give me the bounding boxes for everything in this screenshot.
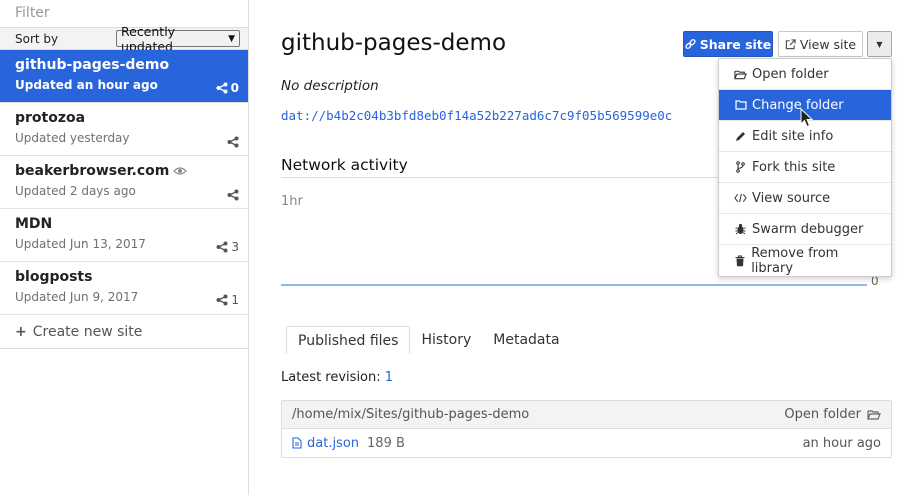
caret-down-icon: ▼	[876, 39, 883, 49]
tab-metadata[interactable]: Metadata	[482, 326, 570, 354]
file-row[interactable]: dat.json 189 B an hour ago	[282, 429, 891, 457]
caret-down-icon: ▼	[228, 33, 235, 44]
file-size: 189 B	[367, 435, 405, 451]
menu-item-label: View source	[752, 190, 831, 206]
site-updated: Updated 2 days ago	[15, 184, 136, 198]
menu-item-remove-from-library[interactable]: Remove from library	[719, 245, 891, 276]
external-link-icon	[785, 38, 796, 49]
folder-open-icon	[867, 410, 881, 420]
menu-item-label: Fork this site	[752, 159, 836, 175]
site-item[interactable]: blogposts Updated Jun 9, 2017 1	[0, 262, 248, 315]
time-range-label: 1hr	[281, 194, 303, 209]
files-header: /home/mix/Sites/github-pages-demo Open f…	[282, 401, 891, 429]
peers-count	[227, 189, 239, 201]
site-updated: Updated Jun 9, 2017	[15, 290, 139, 304]
peers-count: 1	[216, 293, 239, 307]
more-options-button[interactable]: ▼	[867, 31, 892, 57]
tab-history[interactable]: History	[410, 326, 482, 354]
file-name[interactable]: dat.json	[307, 436, 359, 451]
menu-item-label: Edit site info	[752, 128, 834, 144]
menu-item-label: Change folder	[752, 97, 844, 113]
site-list: github-pages-demo Updated an hour ago 0 …	[0, 50, 248, 315]
latest-revision: Latest revision: 1	[281, 370, 393, 385]
file-updated: an hour ago	[802, 435, 881, 451]
create-new-site-button[interactable]: + Create new site	[0, 315, 248, 349]
file-icon	[292, 437, 302, 449]
menu-item-swarm-debugger[interactable]: Swarm debugger	[719, 214, 891, 245]
share-icon	[216, 82, 228, 94]
sidebar: Filter Sort by Recently updated ▼ github…	[0, 0, 249, 495]
plus-icon: +	[15, 323, 27, 340]
menu-item-label: Swarm debugger	[752, 221, 864, 237]
open-folder-label: Open folder	[784, 407, 861, 422]
menu-item-open-folder[interactable]: Open folder	[719, 59, 891, 90]
link-icon	[685, 38, 696, 49]
site-title: beakerbrowser.com	[15, 163, 170, 179]
latest-revision-link[interactable]: 1	[385, 370, 393, 385]
share-icon	[227, 189, 239, 201]
site-title: blogposts	[15, 269, 93, 285]
site-title: protozoa	[15, 110, 86, 126]
site-item[interactable]: MDN Updated Jun 13, 2017 3	[0, 209, 248, 262]
folder-path: /home/mix/Sites/github-pages-demo	[292, 407, 530, 422]
peers-count	[227, 136, 239, 148]
site-description: No description	[281, 78, 379, 94]
tab-published-files[interactable]: Published files	[286, 326, 411, 354]
site-title: github-pages-demo	[15, 57, 170, 73]
menu-item-view-source[interactable]: View source	[719, 183, 891, 214]
latest-revision-label: Latest revision:	[281, 370, 381, 385]
share-icon	[227, 136, 239, 148]
peers-count: 3	[216, 240, 239, 254]
page-title: github-pages-demo	[281, 30, 507, 56]
share-icon	[216, 294, 228, 306]
menu-item-label: Open folder	[752, 66, 829, 82]
share-site-button[interactable]: Share site	[683, 31, 773, 57]
code-icon	[734, 193, 747, 203]
site-item[interactable]: protozoa Updated yesterday	[0, 103, 248, 156]
files-table: /home/mix/Sites/github-pages-demo Open f…	[281, 400, 892, 458]
trash-icon	[735, 255, 745, 266]
site-item[interactable]: beakerbrowser.com Updated 2 days ago	[0, 156, 248, 209]
peers-value: 1	[231, 293, 239, 307]
share-icon	[216, 241, 228, 253]
sort-label: Sort by	[15, 31, 59, 46]
network-graph-line	[281, 284, 867, 286]
peers-value: 3	[231, 240, 239, 254]
view-site-label: View site	[799, 36, 857, 52]
sort-bar: Sort by Recently updated ▼	[0, 24, 248, 54]
eye-icon	[173, 167, 188, 175]
site-updated: Updated an hour ago	[15, 78, 158, 92]
site-title: MDN	[15, 216, 53, 232]
menu-item-label: Remove from library	[751, 245, 839, 276]
view-site-button[interactable]: View site	[778, 31, 863, 57]
menu-item-fork-site[interactable]: Fork this site	[719, 152, 891, 183]
create-new-label: Create new site	[32, 323, 143, 340]
pencil-icon	[736, 131, 745, 141]
site-updated: Updated yesterday	[15, 131, 130, 145]
site-options-menu: Open folder Change folder Edit site info…	[718, 58, 892, 277]
bug-icon	[735, 223, 746, 235]
peers-count: 0	[216, 81, 239, 95]
code-fork-icon	[736, 161, 745, 173]
dat-url-link[interactable]: dat://b4b2c04b3bfd8eb0f14a52b227ad6c7c9f…	[281, 108, 721, 123]
site-item[interactable]: github-pages-demo Updated an hour ago 0	[0, 50, 248, 103]
site-updated: Updated Jun 13, 2017	[15, 237, 146, 251]
peers-value: 0	[230, 81, 239, 95]
sort-value: Recently updated	[121, 23, 176, 54]
open-folder-button[interactable]: Open folder	[784, 407, 881, 422]
folder-open-icon	[734, 70, 747, 79]
mouse-cursor-icon	[800, 108, 814, 128]
folder-icon	[734, 100, 747, 110]
share-site-label: Share site	[699, 36, 772, 52]
tab-bar: Published files History Metadata	[281, 326, 892, 354]
sort-select[interactable]: Recently updated ▼	[116, 24, 240, 54]
